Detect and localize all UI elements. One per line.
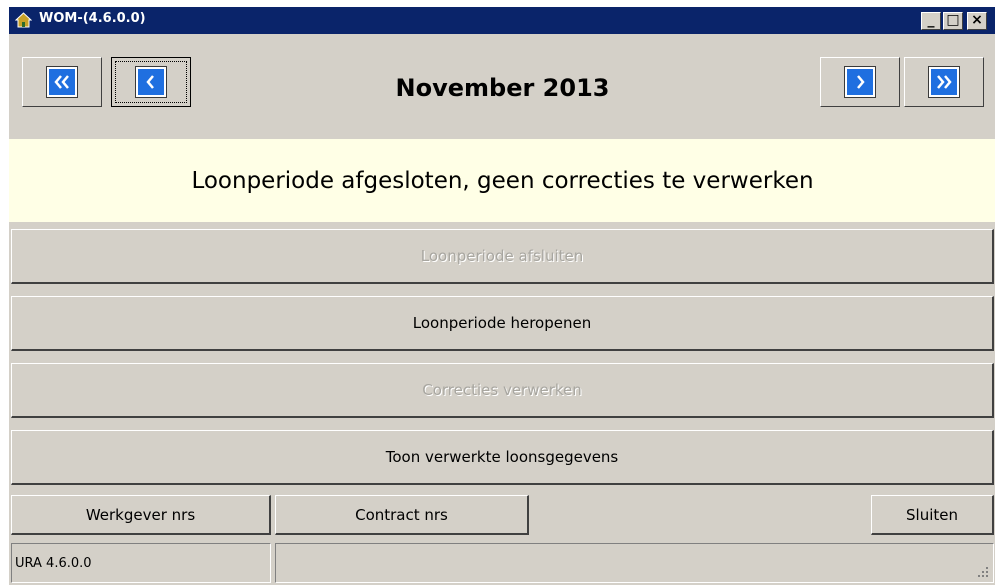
next-period-button[interactable]	[820, 57, 900, 107]
close-button[interactable]: ×	[967, 12, 987, 30]
resize-grip-icon[interactable]	[977, 566, 989, 578]
minimize-button[interactable]: _	[921, 12, 941, 30]
employer-numbers-button[interactable]: Werkgever nrs	[11, 495, 271, 535]
status-version: URA 4.6.0.0	[11, 543, 271, 583]
last-period-button[interactable]	[904, 57, 984, 107]
close-window-button[interactable]: Sluiten	[871, 495, 994, 535]
app-house-icon	[15, 12, 32, 28]
chevron-right-icon	[844, 66, 876, 98]
status-banner: Loonperiode afgesloten, geen correcties …	[9, 139, 995, 222]
double-chevron-right-icon	[928, 66, 960, 98]
contract-numbers-button[interactable]: Contract nrs	[275, 495, 529, 535]
status-panel	[275, 543, 994, 583]
reopen-period-button[interactable]: Loonperiode heropenen	[11, 296, 994, 351]
process-corrections-button[interactable]: Correcties verwerken	[11, 363, 994, 418]
title-bar[interactable]: WOM-(4.6.0.0) _ □ ×	[9, 7, 995, 34]
show-processed-data-button[interactable]: Toon verwerkte loonsgegevens	[11, 430, 994, 485]
window-title: WOM-(4.6.0.0)	[39, 11, 146, 26]
app-window: WOM-(4.6.0.0) _ □ × November 2013 Loonpe…	[8, 6, 995, 585]
maximize-button[interactable]: □	[943, 12, 963, 30]
close-period-button[interactable]: Loonperiode afsluiten	[11, 229, 994, 284]
